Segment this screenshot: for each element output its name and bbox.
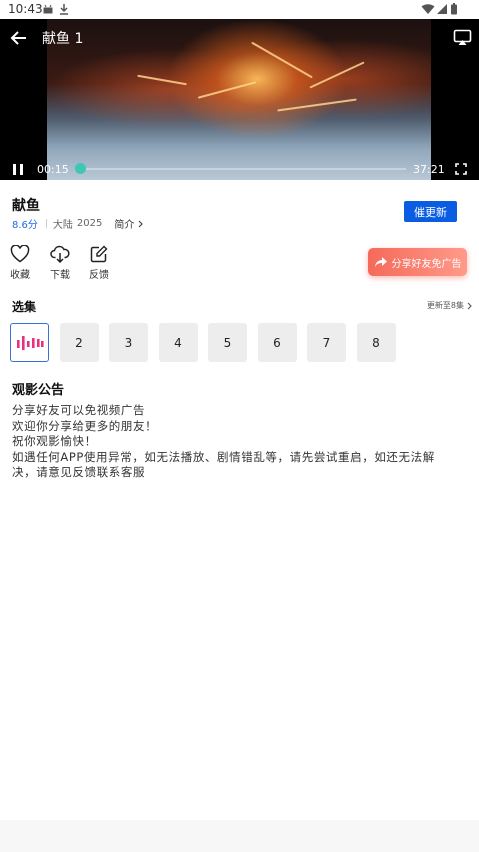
current-time: 00:15 [37,163,69,176]
share-no-ads-button[interactable]: 分享好友免广告 [368,248,467,276]
download-label: 下载 [50,270,70,281]
back-arrow-icon[interactable] [10,29,28,47]
playing-bars-icon [16,335,44,350]
download-notification-icon [60,4,68,15]
notice-line: 分享好友可以免视频广告 [12,403,146,417]
pause-icon[interactable] [12,163,24,176]
notice-line: 如遇任何APP使用异常，如无法播放、剧情错乱等，请先尝试重启，如还无法解 [12,449,435,464]
chevron-right-icon [467,302,472,309]
signal-icon [437,4,447,14]
feedback-action[interactable]: 反馈 [81,245,117,281]
seek-bar[interactable] [75,163,406,174]
episode-3[interactable]: 3 [109,323,148,362]
notice-title: 观影公告 [12,383,65,398]
favorite-action[interactable]: 收藏 [2,245,38,281]
meta-divider [45,219,47,228]
battery-icon [451,3,457,15]
episode-5[interactable]: 5 [208,323,247,362]
episode-6[interactable]: 6 [257,323,297,362]
wifi-icon [421,4,435,14]
notice-line: 祝你观影愉快！ [12,434,97,448]
urge-update-button[interactable]: 催更新 [404,201,457,222]
update-info-text: 更新至8集 [426,301,464,310]
episode-7[interactable]: 7 [307,323,346,362]
feedback-icon [90,245,108,263]
video-title: 献鱼 1 [42,31,84,47]
video-frame [47,19,431,180]
share-label: 分享好友免广告 [391,258,462,270]
year: 2025 [76,218,103,229]
video-player[interactable]: 献鱼 1 00:15 37:21 [0,19,479,180]
show-title: 献鱼 [12,198,40,214]
download-action[interactable]: 下载 [42,245,78,281]
status-bar: 10:43 [0,0,479,19]
heart-icon [10,245,30,263]
cast-icon[interactable] [453,28,472,47]
chevron-right-icon [138,220,144,227]
status-time: 10:43 [8,2,43,16]
episode-1-playing[interactable] [10,323,49,362]
bottom-bar [0,820,479,852]
episode-2[interactable]: 2 [59,323,99,362]
episode-8[interactable]: 8 [356,323,396,362]
score: 8.6分 [12,220,38,231]
episodes-title: 选集 [12,300,37,314]
feedback-label: 反馈 [89,270,109,281]
intro-link[interactable]: 简介 [114,216,134,231]
total-time: 37:21 [413,163,445,176]
show-meta: 8.6分 大陆 2025 简介 [12,216,144,231]
notice-body: 分享好友可以免视频广告 欢迎你分享给更多的朋友！ 祝你观影愉快！ 如遇任何APP… [12,403,452,481]
android-icon [43,4,53,14]
notice-line: 决，请意见反馈联系客服 [12,465,146,479]
episode-4[interactable]: 4 [158,323,198,362]
notice-line: 欢迎你分享给更多的朋友！ [12,418,158,433]
update-info-link[interactable]: 更新至8集 [427,300,472,311]
episode-list: 2 3 4 5 6 7 8 [10,323,406,362]
region: 大陆 [52,220,73,231]
favorite-label: 收藏 [10,270,30,281]
fullscreen-icon[interactable] [455,163,467,175]
download-icon [50,245,70,263]
share-arrow-icon [374,257,387,267]
